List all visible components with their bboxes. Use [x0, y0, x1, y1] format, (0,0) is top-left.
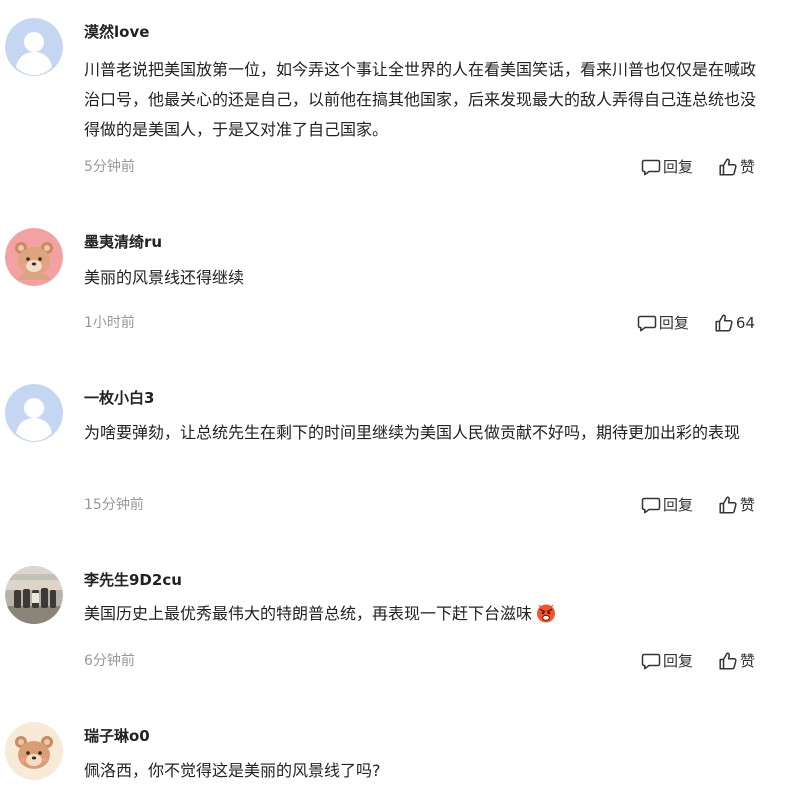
like-count: 赞 — [739, 158, 755, 176]
comment-actions: 回复 赞 — [641, 650, 755, 672]
comment-text: 美丽的风景线还得继续 — [84, 268, 245, 287]
reply-button[interactable]: 回复 — [641, 156, 693, 178]
like-count: 64 — [735, 314, 755, 332]
bear-avatar-cream-icon[interactable] — [5, 722, 63, 780]
username[interactable]: 墨夷清绮ru — [84, 232, 162, 252]
like-button[interactable]: 赞 — [718, 156, 755, 178]
group-photo-avatar-icon[interactable] — [5, 566, 63, 624]
reply-button[interactable]: 回复 — [637, 312, 689, 334]
reply-button[interactable]: 回复 — [641, 494, 693, 516]
comment-item: 瑞子琳o0 佩洛西，你不觉得这是美丽的风景线了吗? — [0, 722, 791, 781]
timestamp: 6分钟前 — [84, 653, 135, 669]
comment-item: 墨夷清绮ru 美丽的风景线还得继续 1小时前 回复 64 — [0, 228, 791, 348]
username[interactable]: 一枚小白3 — [84, 388, 154, 408]
reply-icon — [641, 651, 661, 671]
timestamp: 5分钟前 — [84, 159, 135, 175]
comment-text: 川普老说把美国放第一位，如今弄这个事让全世界的人在看美国笑话，看来川普也仅仅是在… — [84, 60, 757, 139]
thumbs-up-icon — [714, 313, 734, 333]
like-count: 赞 — [739, 496, 755, 514]
timestamp: 15分钟前 — [84, 497, 144, 513]
like-button[interactable]: 64 — [714, 312, 755, 334]
comment-item: 漠然love 川普老说把美国放第一位，如今弄这个事让全世界的人在看美国笑话，看来… — [0, 18, 791, 188]
timestamp: 1小时前 — [84, 315, 135, 331]
reply-icon — [637, 313, 657, 333]
default-user-avatar-icon[interactable] — [5, 18, 63, 76]
reply-label: 回复 — [662, 652, 693, 670]
reply-icon — [641, 495, 661, 515]
like-button[interactable]: 赞 — [718, 494, 755, 516]
reply-icon — [641, 157, 661, 177]
comment-actions: 回复 64 — [637, 312, 755, 334]
comment-text-content: 美国历史上最优秀最伟大的特朗普总统，再表现一下赶下台滋味 — [84, 604, 533, 623]
comment-actions: 回复 赞 — [641, 156, 755, 178]
bear-avatar-pink-icon[interactable] — [5, 228, 63, 286]
thumbs-up-icon — [718, 157, 738, 177]
comment-actions: 回复 赞 — [641, 494, 755, 516]
angry-face-emoji-icon — [537, 604, 556, 623]
reply-label: 回复 — [658, 314, 689, 332]
reply-label: 回复 — [662, 496, 693, 514]
like-button[interactable]: 赞 — [718, 650, 755, 672]
comment-text: 美国历史上最优秀最伟大的特朗普总统，再表现一下赶下台滋味 — [84, 599, 770, 629]
comment-item: 一枚小白3 为啥要弹劾，让总统先生在剩下的时间里继续为美国人民做贡献不好吗，期待… — [0, 384, 791, 524]
reply-button[interactable]: 回复 — [641, 650, 693, 672]
comment-text: 佩洛西，你不觉得这是美丽的风景线了吗? — [84, 761, 381, 780]
username[interactable]: 瑞子琳o0 — [84, 726, 150, 746]
reply-label: 回复 — [662, 158, 693, 176]
comment-text: 为啥要弹劾，让总统先生在剩下的时间里继续为美国人民做贡献不好吗，期待更加出彩的表… — [84, 423, 741, 442]
username[interactable]: 李先生9D2cu — [84, 570, 182, 590]
thumbs-up-icon — [718, 495, 738, 515]
username[interactable]: 漠然love — [84, 22, 149, 42]
thumbs-up-icon — [718, 651, 738, 671]
like-count: 赞 — [739, 652, 755, 670]
default-user-avatar-icon[interactable] — [5, 384, 63, 442]
comment-item: 李先生9D2cu 美国历史上最优秀最伟大的特朗普总统，再表现一下赶下台滋味 6分… — [0, 566, 791, 686]
